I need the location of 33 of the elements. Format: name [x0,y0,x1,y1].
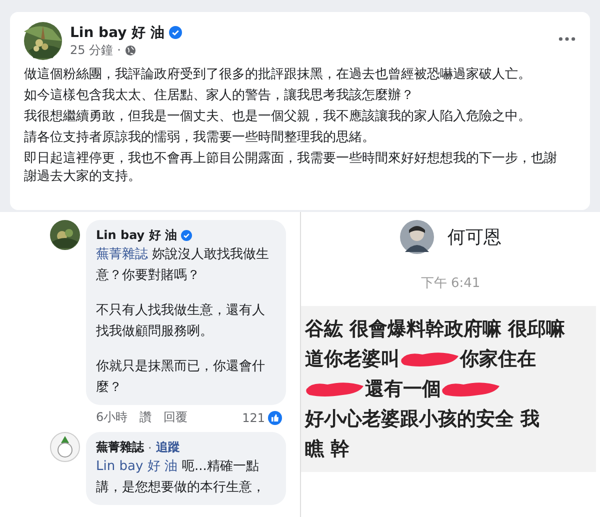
message-text: 還有一個 [365,377,441,402]
post-paragraph: 請各位支持者原諒我的懦弱，我需要一些時間整理我的思緒。 [24,129,376,147]
commenter-name[interactable]: 蕪菁雜誌 [96,439,144,456]
reaction-count: 121 [242,410,265,424]
message-text: 谷紘 很會爆料幹政府嘛 很邱嘛 [305,317,566,342]
comment-action[interactable]: 回覆 [164,409,188,426]
post-paragraph: 如今這樣包含我太太、住居點、家人的警告，讓我思考我該怎麼辦？ [24,87,415,105]
comment-text: 你就只是抹黑而已，你還會什麼？ [96,358,266,397]
comment-text: Lin bay 好 油 呃...精確一點講，是您想要做的本行生意， [96,458,266,497]
comment-text: 不只有人找我做生意，還有人找我做顧問服務咧。 [96,302,266,341]
post-paragraph: 即日起這裡停更，我也不會再上節目公開露面，我需要一些時間來好好想想我的下一步，也謝謝過去大家的支持。 [24,150,558,186]
comment-time: 6小時 [96,409,128,426]
message-text: 好小心老婆跟小孩的安全 我 [305,407,540,432]
comment-text: 蕪菁雜誌 妳說沒人敢找我做生意？你要對賭嗎？ [96,246,270,285]
comment-action[interactable]: 讚 [140,409,152,426]
separator: · [117,43,121,57]
post-paragraph: 我很想繼續勇敢，但我是一個丈夫、也是一個父親，我不應該讓我的家人陷入危險之中。 [24,108,532,126]
contact-name: 何可恩 [448,226,502,249]
globe-icon [124,44,136,56]
commenter-name[interactable]: Lin bay 好 油 [96,227,177,244]
message-text: 道你老婆叫 [305,347,400,372]
like-icon [268,410,282,424]
message-time: 下午 6:41 [420,275,482,292]
more-icon[interactable] [558,36,576,42]
mention-link[interactable]: Lin bay 好 油 [96,459,178,474]
separator: · [148,440,152,454]
follow-link[interactable]: 追蹤 [156,439,180,456]
message-text: 你家住在 [460,347,536,372]
post-time[interactable]: 25 分鐘 [70,42,114,58]
post-paragraph: 做這個粉絲團，我評論政府受到了很多的批評跟抹黑，在過去也曾經被恐嚇過家破人亡。 [24,66,532,84]
mention-link[interactable]: 蕪菁雜誌 [96,247,148,262]
message-text: 瞧 幹 [305,437,350,462]
author-name[interactable]: Lin bay 好 油 [70,24,164,42]
